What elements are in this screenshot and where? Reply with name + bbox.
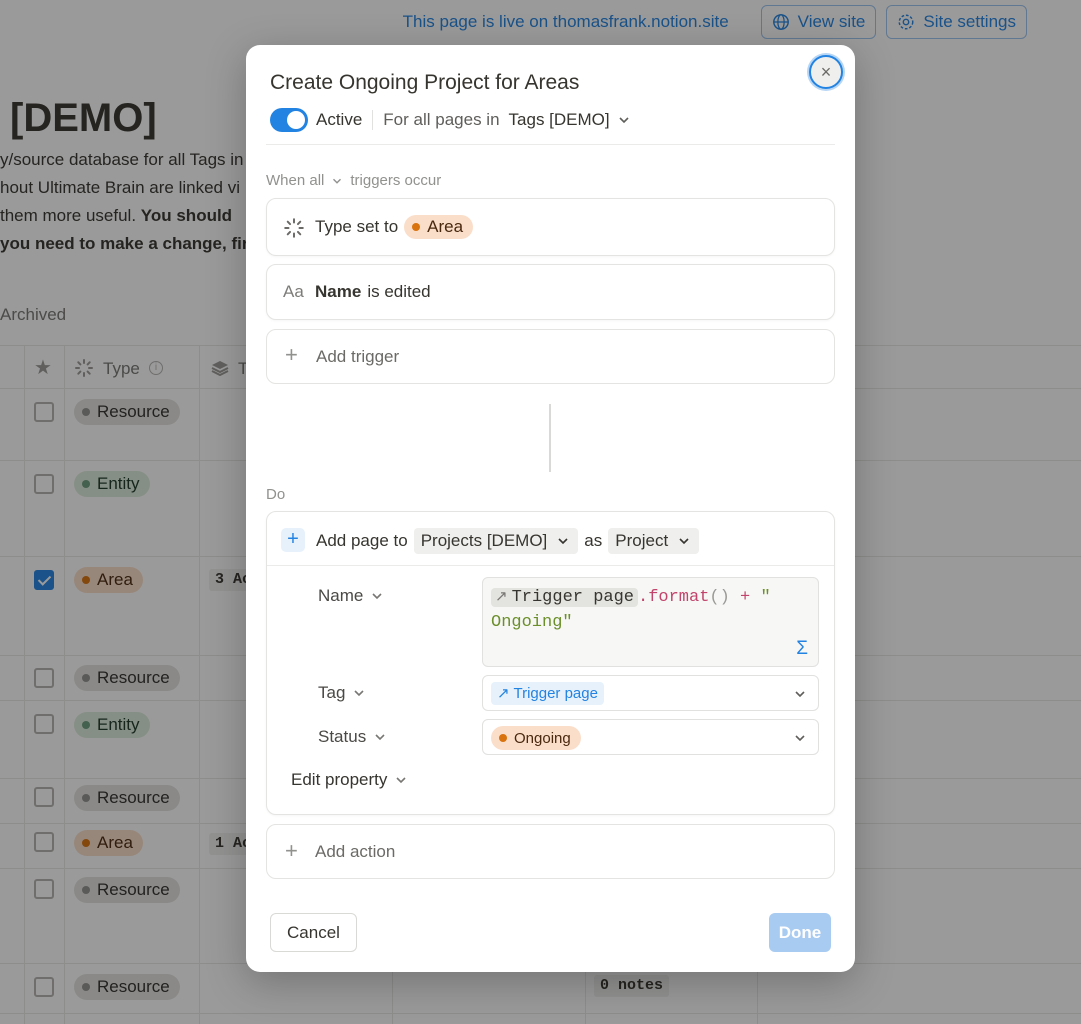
chevron-down-icon[interactable] <box>616 112 632 128</box>
close-icon: × <box>820 61 832 82</box>
add-trigger-label: Add trigger <box>316 347 400 366</box>
trigger-name-edited[interactable]: Aa Name is edited <box>266 264 835 320</box>
dot-icon <box>412 223 421 231</box>
arrow-up-right-icon: ↗ <box>497 685 514 702</box>
chevron-down-icon <box>396 777 406 784</box>
status-property-label[interactable]: Status <box>318 727 388 747</box>
dot-icon <box>499 734 507 742</box>
divider <box>372 110 374 130</box>
area-label: Area <box>427 217 464 236</box>
active-label: Active <box>316 110 363 129</box>
chevron-down-icon <box>795 691 805 698</box>
edit-property-button[interactable]: Edit property <box>291 770 409 790</box>
action-text: Add page to Projects [DEMO] as Project <box>316 528 700 554</box>
target-database-label: Projects [DEMO] <box>420 531 548 550</box>
formula-parens: () <box>709 588 730 607</box>
automation-status-row: Active For all pages in Tags [DEMO] <box>270 107 632 133</box>
as-label: as <box>584 531 603 550</box>
close-button[interactable]: × <box>809 55 843 89</box>
chevron-down-icon <box>354 690 364 697</box>
ongoing-pill: Ongoing <box>491 726 581 750</box>
formula-method: .format <box>638 588 710 607</box>
action-verb: Add page to <box>316 531 408 550</box>
action-card: + Add page to Projects [DEMO] as Project… <box>266 511 835 815</box>
formula-text: ↗ Trigger page .format() + " Ongoing" <box>491 584 811 635</box>
add-page-icon: + <box>281 528 305 552</box>
formula-string: " <box>760 588 771 607</box>
template-select[interactable]: Project <box>608 528 700 554</box>
arrow-up-right-icon: ↗ <box>495 587 508 605</box>
plus-icon: + <box>285 342 298 367</box>
do-label: Do <box>266 486 286 503</box>
chevron-down-icon <box>375 734 385 741</box>
tag-property-label[interactable]: Tag <box>318 683 367 703</box>
chevron-down-icon[interactable] <box>330 174 344 188</box>
database-selector[interactable]: Tags [DEMO] <box>509 110 610 130</box>
trigger-prefix: Type set to <box>315 217 399 236</box>
action-header: + Add page to Projects [DEMO] as Project <box>267 512 834 566</box>
formula-editor[interactable]: ↗ Trigger page .format() + " Ongoing" Σ <box>482 577 819 667</box>
chevron-down-icon <box>558 538 568 545</box>
cancel-button[interactable]: Cancel <box>270 913 357 952</box>
trigger-page-token[interactable]: ↗ Trigger page <box>491 587 638 607</box>
add-action-button[interactable]: + Add action <box>266 824 835 879</box>
tag-label: Tag <box>318 683 346 702</box>
add-trigger-button[interactable]: + Add trigger <box>266 329 835 384</box>
automation-dialog: × Create Ongoing Project for Areas Activ… <box>246 45 855 972</box>
target-database-select[interactable]: Projects [DEMO] <box>413 528 579 554</box>
chevron-down-icon <box>372 593 382 600</box>
area-pill: Area <box>404 215 474 239</box>
trigger-text: Name is edited <box>315 282 431 302</box>
trigger-type-set[interactable]: Type set to Area <box>266 198 835 256</box>
status-value-select[interactable]: Ongoing <box>482 719 819 755</box>
active-toggle[interactable] <box>270 108 308 132</box>
formula-operator: + <box>740 588 751 607</box>
trigger-mode-select[interactable]: When all <box>266 172 324 189</box>
triggers-occur-label: triggers occur <box>350 172 442 189</box>
trigger-field: Name <box>315 282 362 301</box>
scope-label: For all pages in <box>383 110 500 129</box>
ongoing-label: Ongoing <box>514 729 571 747</box>
template-label: Project <box>615 531 669 550</box>
status-spinner-icon <box>284 218 304 238</box>
divider <box>266 144 835 145</box>
status-label: Status <box>318 727 367 746</box>
trigger-mode-row: When all triggers occur <box>266 172 441 189</box>
formula-string: Ongoing" <box>491 613 573 632</box>
trigger-page-token-label: Trigger page <box>511 588 634 607</box>
name-property-label[interactable]: Name <box>318 586 385 606</box>
chevron-down-icon <box>679 538 689 545</box>
add-action-label: Add action <box>315 842 396 861</box>
text-property-icon: Aa <box>283 282 304 301</box>
trigger-text: Type set to Area <box>315 215 474 239</box>
trigger-page-chip: ↗ Trigger page <box>491 682 604 705</box>
tag-value-select[interactable]: ↗ Trigger page <box>482 675 819 711</box>
formula-sigma-icon[interactable]: Σ <box>796 638 808 660</box>
name-label: Name <box>318 586 364 605</box>
dialog-title: Create Ongoing Project for Areas <box>270 71 580 94</box>
done-button[interactable]: Done <box>769 913 831 952</box>
edit-property-label: Edit property <box>291 770 388 789</box>
flow-connector <box>549 404 551 472</box>
chevron-down-icon <box>795 735 805 742</box>
plus-icon: + <box>285 838 298 863</box>
trigger-page-label: Trigger page <box>513 685 598 702</box>
trigger-suffix: is edited <box>367 282 431 301</box>
